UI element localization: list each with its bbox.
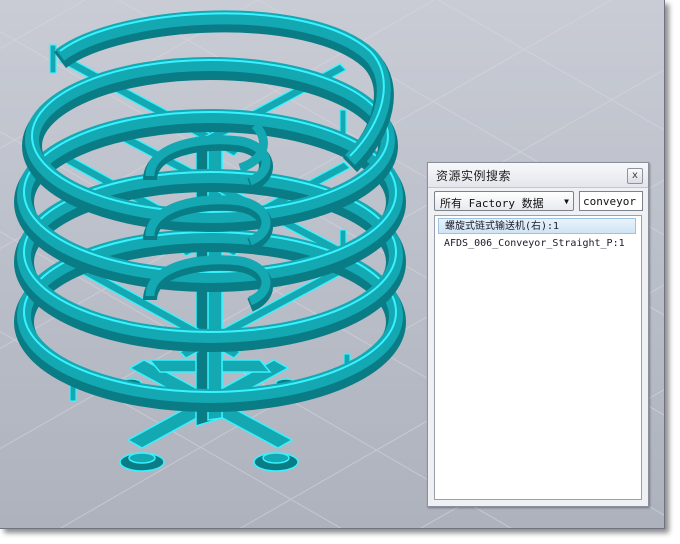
dropdown-selected-value: 所有 Factory 数据 [440,197,544,210]
list-item[interactable]: AFDS_006_Conveyor_Straight_P:1 [438,236,636,252]
list-item-label: AFDS_006_Conveyor_Straight_P:1 [444,238,625,249]
list-item-label: 螺旋式链式输送机(右):1 [445,221,560,232]
chevron-down-icon[interactable]: ▼ [564,197,569,206]
data-scope-dropdown[interactable]: 所有 Factory 数据 ▼ [434,191,574,211]
conveyor-model[interactable] [14,10,406,472]
list-item[interactable]: 螺旋式链式输送机(右):1 [438,218,636,234]
search-input[interactable] [579,191,643,211]
close-icon: x [632,170,638,181]
3d-viewport[interactable]: 资源实例搜索 x 所有 Factory 数据 ▼ 螺旋式链式输送机(右):1 A… [0,0,665,529]
close-button[interactable]: x [627,168,643,184]
panel-title-bar[interactable]: 资源实例搜索 x [428,163,648,188]
search-results-list[interactable]: 螺旋式链式输送机(右):1 AFDS_006_Conveyor_Straight… [434,215,642,500]
panel-title: 资源实例搜索 [436,169,512,183]
resource-instance-search-panel: 资源实例搜索 x 所有 Factory 数据 ▼ 螺旋式链式输送机(右):1 A… [427,162,649,507]
